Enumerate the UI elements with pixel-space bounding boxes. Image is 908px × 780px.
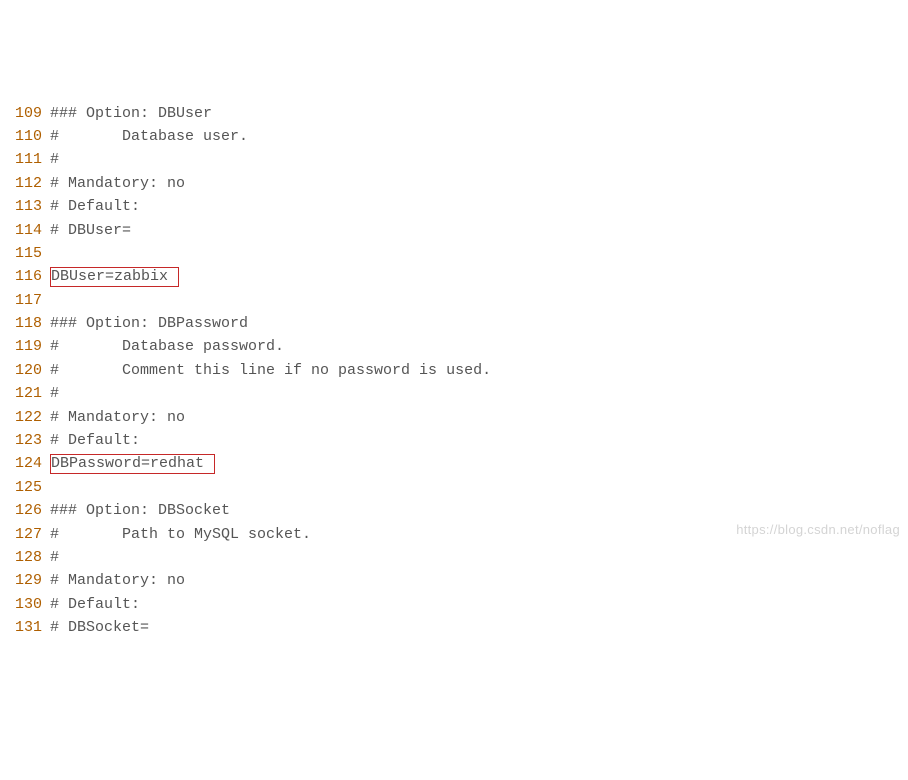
code-text: ### Option: DBSocket (50, 502, 230, 519)
line-number: 124 (4, 452, 42, 475)
line-number: 131 (4, 616, 42, 639)
code-text: ### Option: DBPassword (50, 315, 248, 332)
code-text: # DBUser= (50, 222, 131, 239)
code-line: 122 # Mandatory: no (4, 406, 904, 429)
code-text: # Mandatory: no (50, 572, 185, 589)
line-number: 119 (4, 335, 42, 358)
code-text: # (50, 385, 59, 402)
code-line: 127 # Path to MySQL socket. (4, 523, 904, 546)
line-number: 123 (4, 429, 42, 452)
code-line: 110 # Database user. (4, 125, 904, 148)
line-number: 110 (4, 125, 42, 148)
code-text: # DBSocket= (50, 619, 149, 636)
code-line: 124 DBPassword=redhat (4, 452, 904, 475)
code-line: 118 ### Option: DBPassword (4, 312, 904, 335)
line-number: 112 (4, 172, 42, 195)
line-number: 127 (4, 523, 42, 546)
code-line: 129 # Mandatory: no (4, 569, 904, 592)
line-number: 113 (4, 195, 42, 218)
code-line: 115 (4, 242, 904, 265)
code-text: # Default: (50, 198, 140, 215)
line-number: 125 (4, 476, 42, 499)
code-block: 109 ### Option: DBUser 110 # Database user.… (4, 102, 904, 640)
line-number: 117 (4, 289, 42, 312)
line-number: 120 (4, 359, 42, 382)
line-number: 129 (4, 569, 42, 592)
code-line: 119 # Database password. (4, 335, 904, 358)
code-text: # Database password. (50, 338, 284, 355)
line-number: 111 (4, 148, 42, 171)
line-number: 114 (4, 219, 42, 242)
code-line: 123 # Default: (4, 429, 904, 452)
line-number: 121 (4, 382, 42, 405)
code-text: # Mandatory: no (50, 409, 185, 426)
code-line: 120 # Comment this line if no password is… (4, 359, 904, 382)
code-line: 109 ### Option: DBUser (4, 102, 904, 125)
code-line: 114 # DBUser= (4, 219, 904, 242)
line-number: 118 (4, 312, 42, 335)
code-line: 125 (4, 476, 904, 499)
code-line: 113 # Default: (4, 195, 904, 218)
code-text: # (50, 151, 59, 168)
code-line: 128 # (4, 546, 904, 569)
code-text: # Database user. (50, 128, 248, 145)
code-text: # Mandatory: no (50, 175, 185, 192)
code-line: 131 # DBSocket= (4, 616, 904, 639)
highlighted-code: DBUser=zabbix (50, 267, 179, 287)
line-number: 128 (4, 546, 42, 569)
code-text: # Path to MySQL socket. (50, 526, 311, 543)
line-number: 116 (4, 265, 42, 288)
code-line: 117 (4, 289, 904, 312)
code-text: # Comment this line if no password is us… (50, 362, 491, 379)
highlighted-code: DBPassword=redhat (50, 454, 215, 474)
code-line: 121 # (4, 382, 904, 405)
code-text: # Default: (50, 596, 140, 613)
code-line: 130 # Default: (4, 593, 904, 616)
code-text: # (50, 549, 59, 566)
code-text: # Default: (50, 432, 140, 449)
code-line: 126 ### Option: DBSocket (4, 499, 904, 522)
code-line: 116 DBUser=zabbix (4, 265, 904, 288)
code-text: ### Option: DBUser (50, 105, 212, 122)
code-line: 111 # (4, 148, 904, 171)
line-number: 122 (4, 406, 42, 429)
line-number: 109 (4, 102, 42, 125)
line-number: 126 (4, 499, 42, 522)
line-number: 130 (4, 593, 42, 616)
line-number: 115 (4, 242, 42, 265)
code-line: 112 # Mandatory: no (4, 172, 904, 195)
